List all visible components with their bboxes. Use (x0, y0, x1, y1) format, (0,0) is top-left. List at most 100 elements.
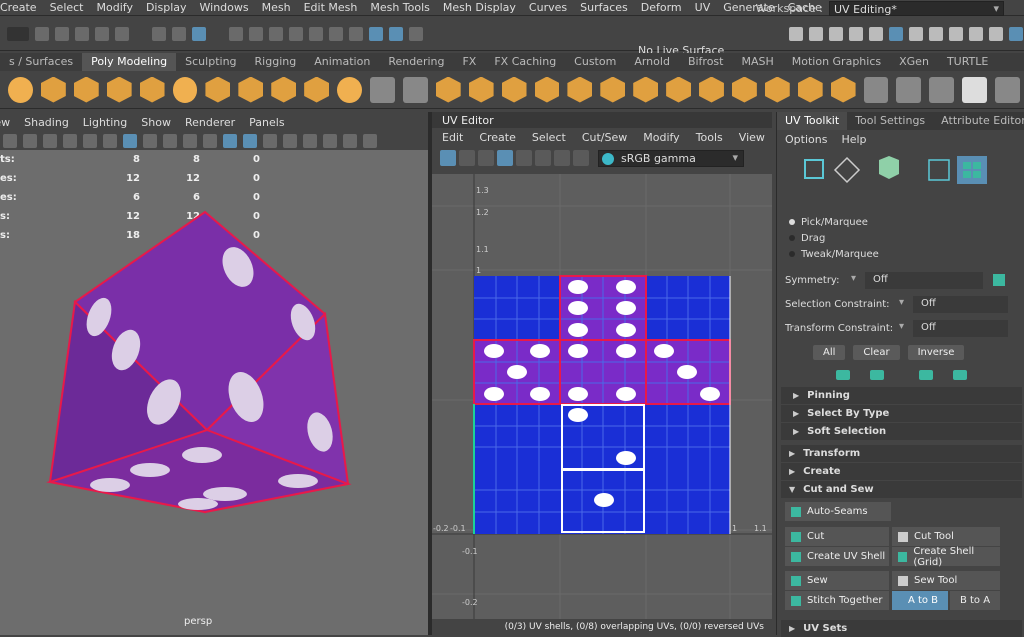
uv-component-mode-icon[interactable] (928, 159, 950, 181)
stitch-together-button[interactable]: Stitch Together (785, 591, 889, 610)
sew-button[interactable]: Sew (785, 571, 889, 590)
super-shape-icon[interactable] (271, 76, 297, 103)
render-icon[interactable] (389, 26, 403, 41)
select-all-button[interactable]: All (813, 344, 846, 360)
menu-uv[interactable]: UV (695, 1, 711, 14)
mode-tweak-marquee[interactable]: Tweak/Marquee (777, 246, 1024, 262)
snap-point-icon[interactable] (269, 26, 283, 41)
uv-pixel-snap-icon[interactable] (535, 150, 551, 166)
uv-menu-view[interactable]: View (739, 131, 765, 144)
arnold-icon[interactable] (889, 27, 903, 41)
separate-icon[interactable] (435, 76, 461, 103)
section-cut-and-sew[interactable]: ▼ Cut and Sew (781, 481, 1022, 498)
poly-cone-icon[interactable] (106, 76, 132, 103)
camera-icon[interactable] (909, 27, 923, 41)
dice-cube-model[interactable] (0, 112, 428, 635)
auto-seams-button[interactable]: Auto-Seams (785, 502, 891, 521)
combine-icon[interactable] (402, 76, 428, 103)
menu-deform[interactable]: Deform (641, 1, 682, 14)
toolkit-icon[interactable] (969, 27, 983, 41)
shrink-selection-icon[interactable] (870, 370, 884, 380)
grow-selection-icon[interactable] (836, 370, 850, 380)
shelf-tab-arnold[interactable]: Arnold (625, 53, 679, 71)
select-hierarchy-icon[interactable] (152, 26, 166, 41)
shelf-tab-fx-caching[interactable]: FX Caching (485, 53, 565, 71)
menu-mesh-tools[interactable]: Mesh Tools (370, 1, 430, 14)
menu-select[interactable]: Select (50, 1, 84, 14)
append-polygon-icon[interactable] (699, 76, 724, 103)
section-transform[interactable]: ▶ Transform (781, 445, 1022, 462)
uv-menu-select[interactable]: Select (532, 131, 566, 144)
quad-draw-icon[interactable] (797, 76, 823, 103)
poly-cube-icon[interactable] (40, 76, 66, 103)
menu-display[interactable]: Display (146, 1, 187, 14)
transform-constraint-dropdown[interactable]: Off (899, 319, 1008, 337)
undo-icon[interactable] (95, 26, 109, 41)
snap-surface-icon[interactable] (309, 26, 323, 41)
uv-menu-modify[interactable]: Modify (643, 131, 679, 144)
open-scene-icon[interactable] (55, 26, 69, 41)
new-scene-icon[interactable] (35, 26, 49, 41)
uv-menu-edit[interactable]: Edit (442, 131, 463, 144)
uv-snapshot-icon[interactable] (573, 150, 589, 166)
clapper-icon[interactable] (789, 27, 803, 41)
uv-distortion-icon[interactable] (459, 150, 475, 166)
edge-loop-icon[interactable] (830, 76, 856, 103)
b-to-a-button[interactable]: B to A (950, 591, 1000, 610)
pose-icon[interactable] (949, 27, 963, 41)
shelf-tab-custom[interactable]: Custom (565, 53, 625, 71)
mode-pick-marquee[interactable]: Pick/Marquee (777, 214, 1024, 230)
render-settings-icon[interactable] (829, 27, 843, 41)
section-create[interactable]: ▶ Create (781, 463, 1022, 480)
uv-editor-icon[interactable] (1009, 27, 1023, 41)
shelf-tab-animation[interactable]: Animation (305, 53, 379, 71)
uv-checker-icon[interactable] (516, 150, 532, 166)
shelf-tab-poly-modeling[interactable]: Poly Modeling (82, 53, 177, 71)
svg-icon[interactable] (337, 76, 362, 103)
select-object-icon[interactable] (172, 26, 186, 41)
shelf-tab-bifrost[interactable]: Bifrost (679, 53, 733, 71)
menu-modify[interactable]: Modify (97, 1, 133, 14)
sculpt-icon[interactable] (929, 76, 955, 103)
uv-menu-cut-sew[interactable]: Cut/Sew (582, 131, 627, 144)
boolean-icon[interactable] (501, 76, 527, 103)
tab-attribute-editor[interactable]: Attribute Editor (933, 112, 1024, 130)
uv-layout-svg[interactable]: 1.3 1.2 1.1 1 -0.1 -0.2 -0.2 -0.1 1 1.1 (432, 174, 772, 619)
perspective-viewport[interactable]: View Shading Lighting Show Renderer Pane… (0, 112, 428, 635)
uv-grid-icon[interactable] (497, 150, 513, 166)
cut-button[interactable]: Cut (785, 527, 889, 546)
magnet-icon[interactable] (349, 26, 363, 41)
redo-icon[interactable] (115, 26, 129, 41)
menu-edit-mesh[interactable]: Edit Mesh (304, 1, 358, 14)
mirror-icon[interactable] (534, 76, 560, 103)
uv-grid-canvas[interactable]: 1.3 1.2 1.1 1 -0.1 -0.2 -0.2 -0.1 1 1.1 (432, 174, 772, 619)
uv-vertex-mode-icon[interactable] (804, 159, 824, 179)
history-icon[interactable] (369, 26, 383, 41)
select-shortest-path-icon[interactable] (953, 370, 967, 380)
uv-texture-icon[interactable] (554, 150, 570, 166)
render-view-icon[interactable] (809, 27, 823, 41)
shelf-tab-sculpting[interactable]: Sculpting (176, 53, 245, 71)
uv-menu-tools[interactable]: Tools (696, 131, 723, 144)
uv-toolkit-menu-help[interactable]: Help (841, 133, 866, 146)
menu-windows[interactable]: Windows (200, 1, 249, 14)
paint-icon[interactable] (896, 76, 922, 103)
platonic-solid-icon[interactable] (238, 76, 264, 103)
shelf-tab-motion-graphics[interactable]: Motion Graphics (783, 53, 890, 71)
menuset-dropdown[interactable] (7, 26, 29, 41)
poly-cylinder-icon[interactable] (73, 76, 99, 103)
mode-drag[interactable]: Drag (777, 230, 1024, 246)
bend-icon[interactable] (863, 76, 889, 103)
uv-shell-mode-icon[interactable] (957, 156, 987, 184)
create-uv-shell-button[interactable]: Create UV Shell (785, 547, 889, 566)
uv-shell-icon[interactable] (440, 150, 456, 166)
uv-edge-mode-icon[interactable] (833, 156, 861, 184)
poly-torus-icon[interactable] (139, 76, 165, 103)
shelf-tab-fx[interactable]: FX (453, 53, 485, 71)
snap-grid-icon[interactable] (229, 26, 243, 41)
section-pinning[interactable]: ▶ Pinning (781, 387, 1022, 404)
cube-icon[interactable] (989, 27, 1003, 41)
section-select-by-type[interactable]: ▶ Select By Type (781, 405, 1022, 422)
hypershade-icon[interactable] (849, 27, 863, 41)
create-shell-grid-button[interactable]: Create Shell (Grid) (892, 546, 1000, 568)
